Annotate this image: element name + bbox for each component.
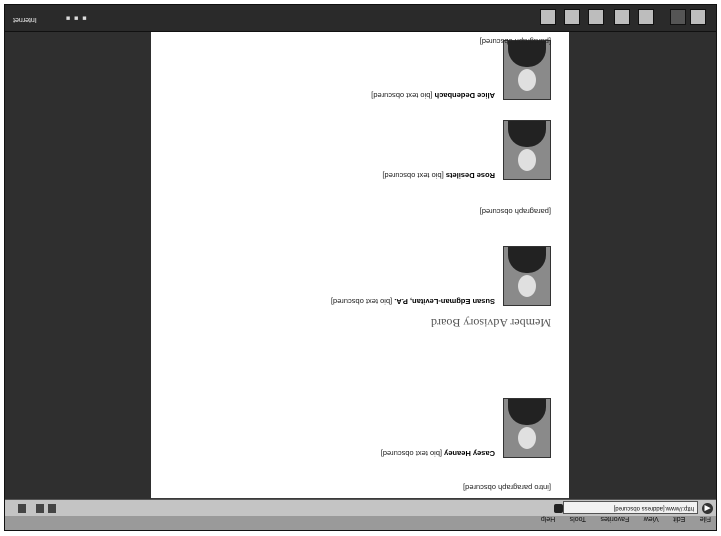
menu-edit[interactable]: Edit xyxy=(668,515,690,524)
stop-icon[interactable] xyxy=(36,504,44,513)
refresh-icon[interactable] xyxy=(48,504,56,513)
bio-body: [bio text obscured] xyxy=(380,449,443,458)
go-button[interactable] xyxy=(554,504,563,513)
left-gutter xyxy=(569,31,716,499)
intro-paragraph: [intro paragraph obscured] xyxy=(463,483,551,492)
status-text: Internet xyxy=(13,16,37,23)
section-heading: Member Advisory Board xyxy=(431,316,551,330)
bio-text: Rose Desilets [bio text obscured] xyxy=(165,170,495,180)
bio-name: Casey Heaney xyxy=(444,449,495,458)
menu-help[interactable]: Help xyxy=(536,515,560,524)
home-icon[interactable] xyxy=(670,9,686,25)
bio-photo xyxy=(503,398,551,458)
mail-icon[interactable] xyxy=(614,9,630,25)
menu-favorites[interactable]: Favorites xyxy=(595,515,634,524)
bio-name: Susan Edgman-Levitan, P.A. xyxy=(394,297,495,306)
back-button[interactable]: ◀ xyxy=(702,503,713,514)
tools-icon[interactable] xyxy=(564,9,580,25)
print-icon[interactable] xyxy=(638,9,654,25)
web-page: [intro paragraph obscured] Casey Heaney … xyxy=(151,31,569,498)
address-bar: ◀ http://www.[address obscured] xyxy=(5,499,716,516)
page-icon[interactable] xyxy=(588,9,604,25)
search-icon[interactable] xyxy=(18,504,26,513)
bio-text: Alice Dedenbach [bio text obscured] xyxy=(165,90,495,100)
body-paragraph: [paragraph obscured] xyxy=(479,37,551,46)
browser-window: File Edit View Favorites Tools Help ◀ ht… xyxy=(4,4,717,531)
bio-text: Casey Heaney [bio text obscured] xyxy=(165,448,495,458)
bio-photo xyxy=(503,246,551,306)
help-icon[interactable] xyxy=(540,9,556,25)
globe-icon[interactable] xyxy=(690,9,706,25)
scan-frame: File Edit View Favorites Tools Help ◀ ht… xyxy=(0,0,721,536)
url-field[interactable]: http://www.[address obscured] xyxy=(563,501,698,514)
bio-photo xyxy=(503,120,551,180)
status-bar: ■ ■ ■ Internet xyxy=(5,5,716,32)
bio-name: Rose Desilets xyxy=(445,171,495,180)
status-indicators: ■ ■ ■ xyxy=(65,14,87,21)
menu-view[interactable]: View xyxy=(639,515,664,524)
menu-tools[interactable]: Tools xyxy=(565,515,591,524)
menu-file[interactable]: File xyxy=(695,515,716,524)
bio-body: [bio text obscured] xyxy=(382,171,444,180)
bio-body: [bio text obscured] xyxy=(371,91,433,100)
body-paragraph: [paragraph obscured] xyxy=(479,207,551,216)
bio-body: [bio text obscured] xyxy=(330,297,393,306)
bio-name: Alice Dedenbach xyxy=(434,91,495,100)
bio-text: Susan Edgman-Levitan, P.A. [bio text obs… xyxy=(165,296,495,306)
bio-photo xyxy=(503,40,551,100)
right-gutter xyxy=(5,31,151,499)
menu-bar: File Edit View Favorites Tools Help xyxy=(5,515,716,530)
